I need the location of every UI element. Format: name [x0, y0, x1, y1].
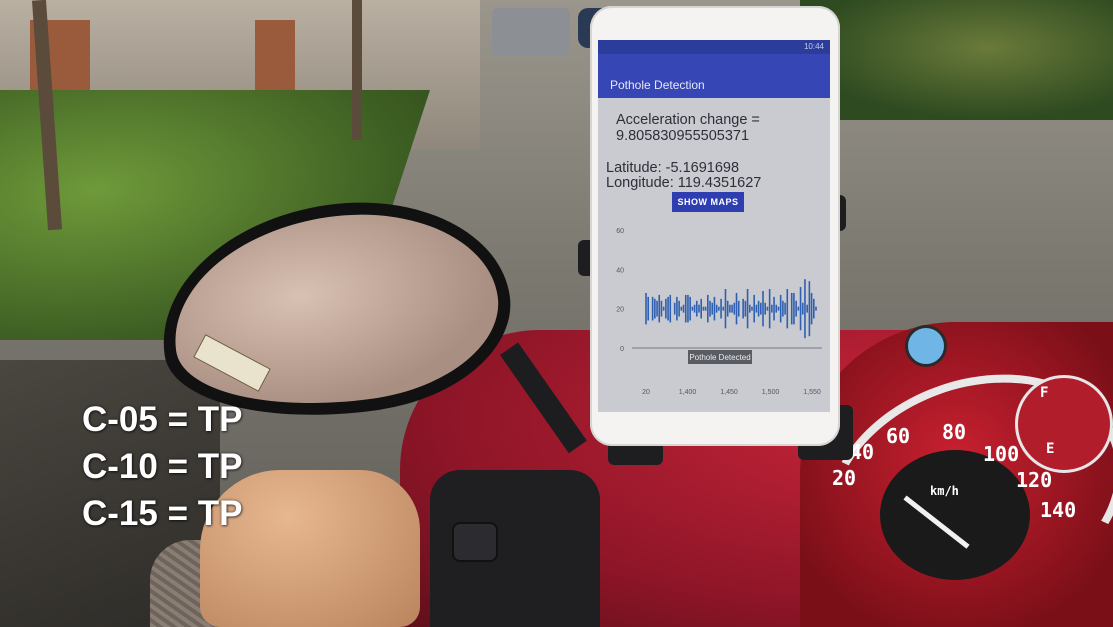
chart-y-axis: 60 40 20 0: [616, 228, 624, 353]
x-tick-label: 1,550: [803, 389, 821, 396]
hedge: [800, 0, 1113, 120]
speed-number: 20: [832, 466, 857, 490]
wooden-post: [352, 0, 362, 140]
x-tick-label: 20: [642, 389, 650, 396]
acceleration-label: Acceleration change =: [616, 112, 760, 128]
x-tick-label: 1,400: [679, 389, 697, 396]
speed-number: 60: [886, 424, 911, 448]
acceleration-chart: 60 40 20 0 20 1,400 1,450 1,500 1,550: [616, 228, 822, 396]
status-bar: 10:44: [598, 40, 830, 54]
pothole-detected-badge: Pothole Detected: [688, 350, 752, 364]
caption-line-1: C-05 = TP: [82, 400, 243, 439]
fuel-empty-label: E: [1046, 441, 1055, 457]
speed-unit: km/h: [930, 484, 959, 498]
brick-pillar: [255, 20, 295, 100]
indicator-light-icon: [905, 325, 947, 367]
speed-number: 80: [942, 420, 967, 444]
video-frame: 60 80 100 40 120 20 140 F E km/h 10:44 P…: [0, 0, 1113, 627]
app-title: Pothole Detection: [610, 78, 705, 92]
fuel-full-label: F: [1040, 385, 1049, 401]
x-tick-label: 1,500: [762, 389, 780, 396]
caption-line-3: C-15 = TP: [82, 494, 243, 533]
caption-line-2: C-10 = TP: [82, 447, 243, 486]
acceleration-value: 9.805830955505371: [616, 128, 750, 144]
x-tick-label: 1,450: [720, 389, 738, 396]
light-switch: [452, 522, 498, 562]
status-time: 10:44: [803, 42, 824, 51]
y-tick-label: 20: [616, 307, 624, 314]
y-tick-label: 40: [616, 267, 624, 274]
chart-series: [645, 279, 817, 339]
speed-number: 100: [983, 442, 1020, 466]
y-tick-label: 60: [616, 228, 624, 235]
chart-x-axis: 20 1,400 1,450 1,500 1,550: [642, 389, 821, 396]
show-maps-button[interactable]: SHOW MAPS: [672, 192, 744, 212]
speed-number: 40: [850, 440, 875, 464]
speedometer-center: [880, 450, 1030, 580]
y-tick-label: 0: [620, 346, 624, 353]
speed-number: 140: [1040, 498, 1077, 522]
fuel-gauge: [1015, 375, 1113, 473]
speed-number: 120: [1016, 468, 1053, 492]
parked-car: [492, 8, 570, 56]
longitude-readout: Longitude: 119.4351627: [606, 175, 762, 191]
latitude-readout: Latitude: -5.1691698: [606, 160, 740, 176]
